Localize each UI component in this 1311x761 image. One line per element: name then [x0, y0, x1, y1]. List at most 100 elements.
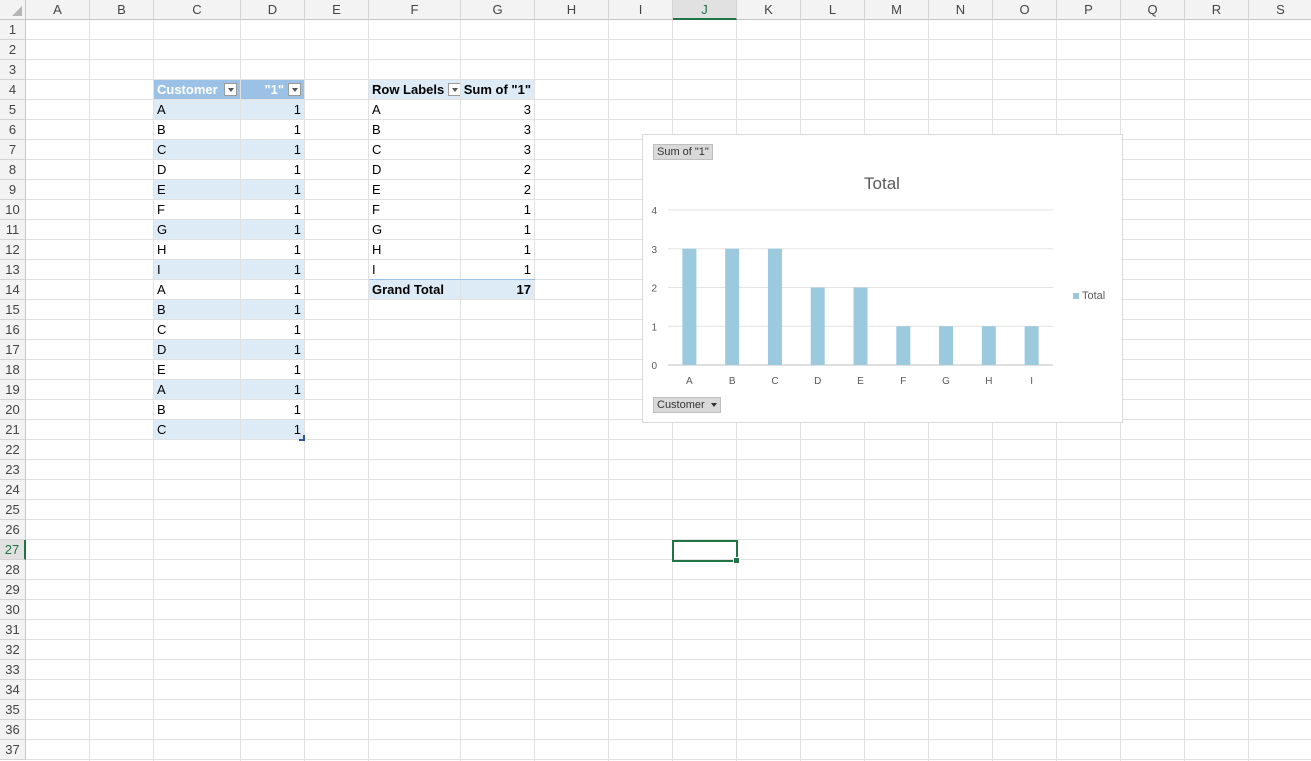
pivot-row-value[interactable]: 3	[461, 140, 534, 159]
row-header-3[interactable]: 3	[0, 60, 26, 80]
row-header-9[interactable]: 9	[0, 180, 26, 200]
row-header-16[interactable]: 16	[0, 320, 26, 340]
row-header-11[interactable]: 11	[0, 220, 26, 240]
pivot-row-value[interactable]: 1	[461, 240, 534, 259]
column-header-f[interactable]: F	[369, 0, 461, 20]
row-header-31[interactable]: 31	[0, 620, 26, 640]
bar-h[interactable]	[981, 326, 996, 365]
row-header-13[interactable]: 13	[0, 260, 26, 280]
active-cell-cursor[interactable]	[672, 540, 740, 564]
row-header-27[interactable]: 27	[0, 540, 26, 560]
pivot-row-value[interactable]: 1	[461, 200, 534, 219]
pivot-row-value[interactable]: 1	[461, 260, 534, 279]
row-header-14[interactable]: 14	[0, 280, 26, 300]
column-header-b[interactable]: B	[90, 0, 154, 20]
table-cell-value[interactable]: 1	[241, 400, 304, 419]
pivot-header-row-labels[interactable]: Row Labels	[369, 80, 460, 99]
bar-c[interactable]	[767, 248, 782, 365]
row-header-29[interactable]: 29	[0, 580, 26, 600]
table-cell-value[interactable]: 1	[241, 340, 304, 359]
column-header-r[interactable]: R	[1185, 0, 1249, 20]
row-header-36[interactable]: 36	[0, 720, 26, 740]
row-header-17[interactable]: 17	[0, 340, 26, 360]
column-header-o[interactable]: O	[993, 0, 1057, 20]
bar-a[interactable]	[682, 248, 697, 365]
row-header-19[interactable]: 19	[0, 380, 26, 400]
row-header-24[interactable]: 24	[0, 480, 26, 500]
table-cell-customer[interactable]: A	[154, 100, 240, 119]
bar-i[interactable]	[1024, 326, 1039, 365]
table-cell-value[interactable]: 1	[241, 100, 304, 119]
bar-g[interactable]	[939, 326, 954, 365]
pivot-row-value[interactable]: 1	[461, 220, 534, 239]
pivot-row-value[interactable]: 3	[461, 120, 534, 139]
column-header-c[interactable]: C	[154, 0, 241, 20]
table-header-customer[interactable]: Customer	[154, 80, 240, 99]
table-cell-value[interactable]: 1	[241, 380, 304, 399]
table-cell-value[interactable]: 1	[241, 160, 304, 179]
bar-f[interactable]	[896, 326, 911, 365]
row-header-25[interactable]: 25	[0, 500, 26, 520]
table-cell-value[interactable]: 1	[241, 320, 304, 339]
row-header-1[interactable]: 1	[0, 20, 26, 40]
table-cell-customer[interactable]: B	[154, 300, 240, 319]
row-header-5[interactable]: 5	[0, 100, 26, 120]
pivot-row-label[interactable]: D	[369, 160, 460, 179]
bar-e[interactable]	[853, 287, 868, 366]
row-header-21[interactable]: 21	[0, 420, 26, 440]
table-cell-value[interactable]: 1	[241, 200, 304, 219]
column-header-g[interactable]: G	[461, 0, 535, 20]
bar-b[interactable]	[725, 248, 740, 365]
table-cell-customer[interactable]: D	[154, 160, 240, 179]
pivot-row-value[interactable]: 2	[461, 180, 534, 199]
pivot-row-label[interactable]: A	[369, 100, 460, 119]
pivot-row-value[interactable]: 2	[461, 160, 534, 179]
table-cell-value[interactable]: 1	[241, 240, 304, 259]
table-cell-customer[interactable]: D	[154, 340, 240, 359]
table-cell-customer[interactable]: E	[154, 180, 240, 199]
column-header-e[interactable]: E	[305, 0, 369, 20]
column-header-d[interactable]: D	[241, 0, 305, 20]
table-cell-customer[interactable]: H	[154, 240, 240, 259]
row-header-20[interactable]: 20	[0, 400, 26, 420]
table-cell-value[interactable]: 1	[241, 300, 304, 319]
table-cell-value[interactable]: 1	[241, 220, 304, 239]
table-header-value[interactable]: "1"	[241, 80, 304, 99]
table-cell-customer[interactable]: A	[154, 380, 240, 399]
pivot-grand-total-value[interactable]: 17	[461, 280, 534, 299]
row-header-35[interactable]: 35	[0, 700, 26, 720]
column-header-l[interactable]: L	[801, 0, 865, 20]
table-cell-value[interactable]: 1	[241, 260, 304, 279]
row-header-6[interactable]: 6	[0, 120, 26, 140]
select-all-button[interactable]	[0, 0, 26, 20]
row-header-15[interactable]: 15	[0, 300, 26, 320]
row-header-23[interactable]: 23	[0, 460, 26, 480]
pivot-row-label[interactable]: C	[369, 140, 460, 159]
row-header-28[interactable]: 28	[0, 560, 26, 580]
table-resize-handle[interactable]	[299, 435, 305, 441]
spreadsheet-grid[interactable]: ABCDEFGHIJKLMNOPQRS 1 2 3 4 5 6 7 8 9 10 11 12 13 14 1…	[0, 0, 1311, 761]
row-header-37[interactable]: 37	[0, 740, 26, 760]
column-header-m[interactable]: M	[865, 0, 929, 20]
column-header-h[interactable]: H	[535, 0, 609, 20]
row-header-32[interactable]: 32	[0, 640, 26, 660]
pivot-grand-total-label[interactable]: Grand Total	[369, 280, 460, 299]
column-header-i[interactable]: I	[609, 0, 673, 20]
pivot-header-sum[interactable]: Sum of "1"	[461, 80, 534, 99]
row-header-22[interactable]: 22	[0, 440, 26, 460]
row-header-18[interactable]: 18	[0, 360, 26, 380]
table-cell-value[interactable]: 1	[241, 180, 304, 199]
pivot-row-label[interactable]: F	[369, 200, 460, 219]
column-header-k[interactable]: K	[737, 0, 801, 20]
column-header-j[interactable]: J	[673, 0, 737, 20]
table-cell-customer[interactable]: C	[154, 320, 240, 339]
pivot-row-label[interactable]: B	[369, 120, 460, 139]
table-cell-value[interactable]: 1	[241, 280, 304, 299]
table-cell-customer[interactable]: C	[154, 420, 240, 439]
row-header-12[interactable]: 12	[0, 240, 26, 260]
filter-dropdown-icon[interactable]	[224, 83, 237, 96]
table-cell-customer[interactable]: I	[154, 260, 240, 279]
row-header-33[interactable]: 33	[0, 660, 26, 680]
pivot-chart[interactable]: Sum of "1" Customer Total 01234ABCDEFGHI…	[642, 134, 1123, 423]
pivot-row-label[interactable]: E	[369, 180, 460, 199]
